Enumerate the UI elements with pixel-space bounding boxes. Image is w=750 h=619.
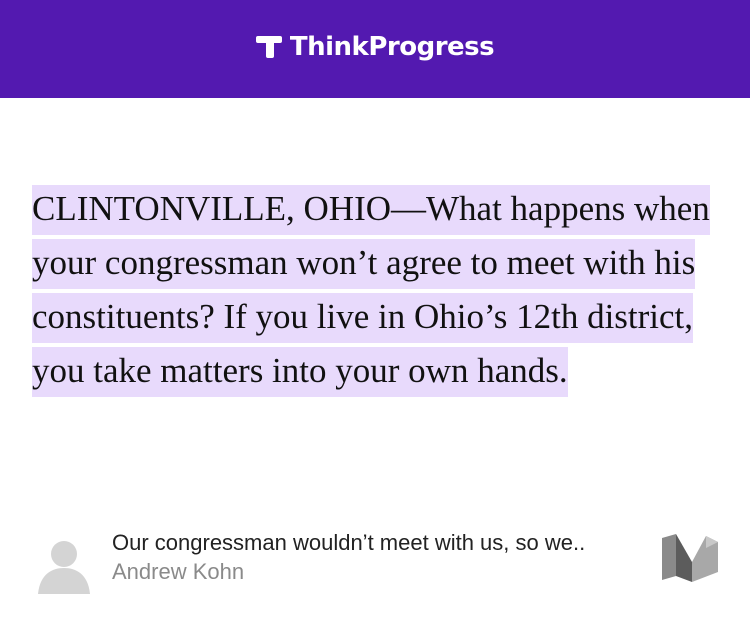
default-avatar-icon [32,530,96,594]
highlighted-quote[interactable]: CLINTONVILLE, OHIO—What happens when you… [32,182,722,398]
card-title[interactable]: Our congressman wouldn’t meet with us, s… [112,530,652,556]
brand[interactable]: ThinkProgress [255,32,495,62]
site-header: ThinkProgress [0,0,750,98]
medium-logo-icon [662,534,718,582]
card-author: Andrew Kohn [112,559,245,584]
link-preview-card[interactable]: Our congressman wouldn’t meet with us, s… [32,528,722,598]
quote-text: CLINTONVILLE, OHIO—What happens when you… [32,185,710,397]
think-progress-t-icon [255,36,282,58]
brand-name: ThinkProgress [289,32,495,62]
